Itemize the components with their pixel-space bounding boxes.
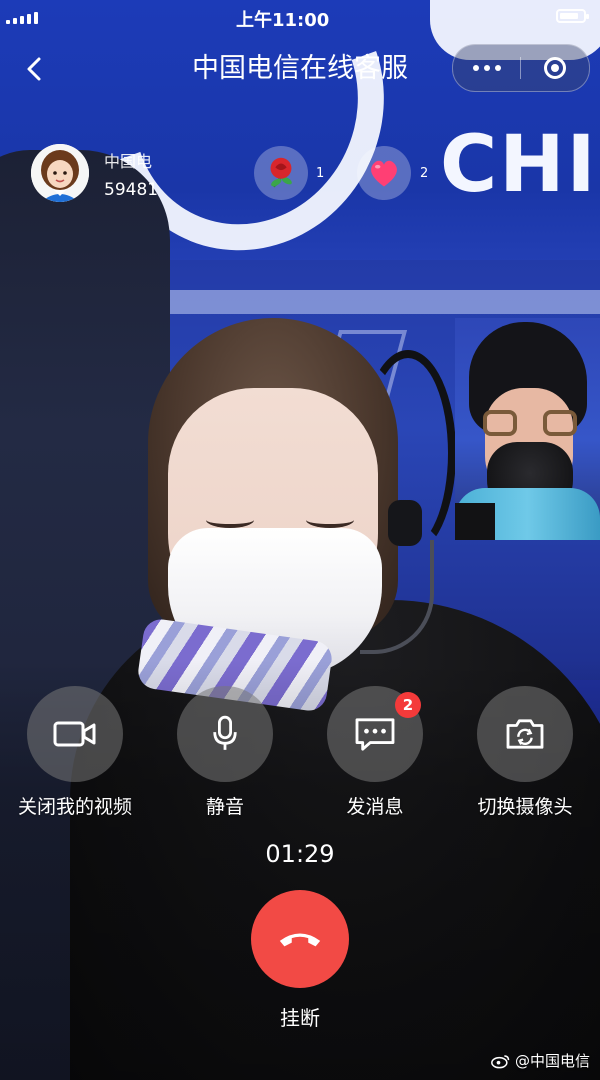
- weibo-icon: [491, 1054, 510, 1068]
- close-miniprogram-button[interactable]: [521, 45, 588, 91]
- video-camera-icon: [53, 721, 96, 747]
- agent-id: 59481: [104, 180, 159, 200]
- more-button[interactable]: [453, 45, 520, 91]
- message-icon: [355, 718, 395, 751]
- toggle-video-label: 关闭我的视频: [18, 796, 133, 818]
- miniprogram-capsule: [452, 44, 590, 92]
- target-icon: [543, 57, 566, 79]
- microphone-icon: [213, 715, 237, 750]
- mute-label: 静音: [205, 796, 244, 818]
- switch-camera-button[interactable]: [477, 686, 573, 782]
- chevron-left-icon: [27, 57, 41, 81]
- status-time: 上午11:00: [236, 10, 330, 31]
- signal-icon: [6, 12, 38, 24]
- battery-icon: [556, 9, 589, 23]
- send-heart-button[interactable]: [357, 146, 411, 200]
- agent-name: 中国电: [104, 152, 153, 171]
- toggle-video-button[interactable]: [27, 686, 123, 782]
- send-message-label: 发消息: [346, 796, 404, 818]
- back-button[interactable]: [20, 52, 48, 86]
- rose-icon: [270, 157, 292, 188]
- weibo-watermark: @中国电信: [491, 1050, 590, 1071]
- mute-control: 静音: [175, 686, 275, 819]
- status-bar: 上午11:00: [0, 0, 600, 34]
- heart-count: 2: [420, 166, 429, 181]
- mute-button[interactable]: [177, 686, 273, 782]
- page-title: 中国电信在线客服: [192, 53, 408, 84]
- hangup-label: 挂断: [280, 1006, 320, 1030]
- send-message-button[interactable]: 2: [327, 686, 423, 782]
- banner-text: CHI: [440, 120, 598, 210]
- switch-camera-label: 切换摄像头: [477, 796, 573, 818]
- switch-camera-control: 切换摄像头: [475, 686, 575, 819]
- hangup-button[interactable]: [251, 890, 349, 988]
- agent-avatar[interactable]: [31, 144, 89, 202]
- self-video-preview[interactable]: [455, 318, 600, 540]
- watermark-text: @中国电信: [514, 1052, 590, 1070]
- heart-icon: [371, 160, 397, 187]
- unread-badge: 2: [395, 692, 421, 718]
- phone-hangup-icon: [279, 933, 321, 947]
- toggle-video-control: 关闭我的视频: [18, 686, 132, 819]
- call-timer: 01:29: [265, 840, 335, 868]
- send-message-control: 2 发消息: [325, 686, 425, 819]
- switch-camera-icon: [506, 719, 544, 749]
- send-rose-button[interactable]: [254, 146, 308, 200]
- rose-count: 1: [316, 166, 325, 181]
